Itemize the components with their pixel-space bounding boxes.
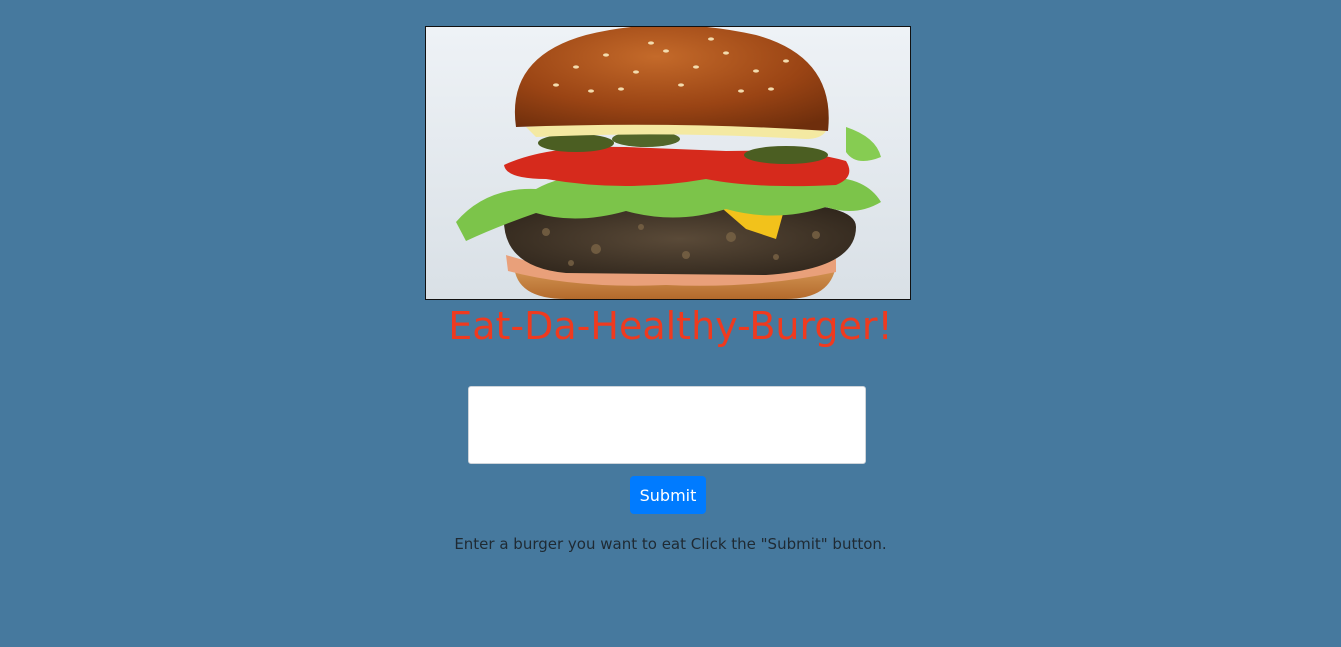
page-title: Eat-Da-Healthy-Burger! <box>448 304 893 348</box>
burger-input[interactable] <box>468 386 866 464</box>
burger-image <box>425 26 911 300</box>
page: Eat-Da-Healthy-Burger! Submit Enter a bu… <box>0 0 1341 647</box>
instructions-text: Enter a burger you want to eat Click the… <box>454 535 887 553</box>
submit-button[interactable]: Submit <box>630 476 706 514</box>
